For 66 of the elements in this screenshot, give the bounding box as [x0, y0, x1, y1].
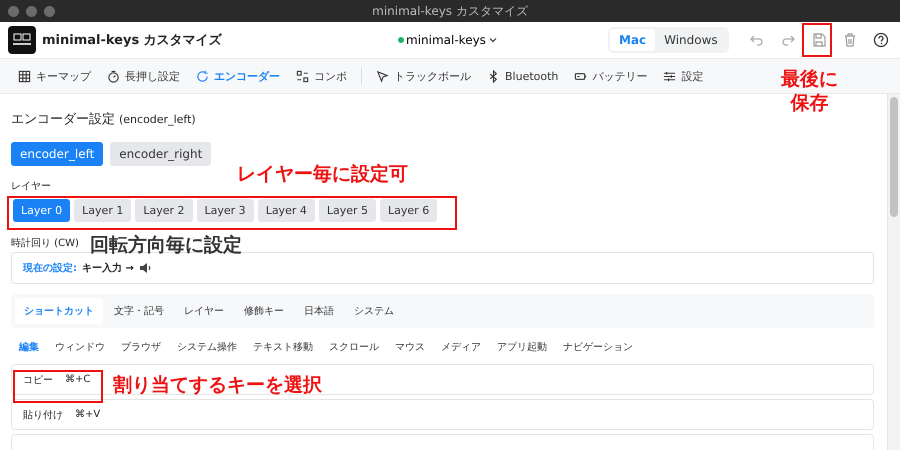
- pointer-icon: [376, 70, 389, 82]
- layer-tab[interactable]: Layer 3: [196, 199, 254, 222]
- zoom-dot[interactable]: [44, 6, 55, 16]
- close-dot[interactable]: [8, 6, 19, 16]
- nav-tab[interactable]: 設定: [655, 64, 712, 88]
- os-option[interactable]: Mac: [610, 29, 656, 51]
- refresh-icon: [196, 70, 209, 82]
- nav-tab[interactable]: 長押し設定: [99, 64, 188, 88]
- bluetooth-icon: [487, 70, 500, 82]
- sliders-icon: [663, 70, 676, 82]
- combo-icon: [296, 70, 309, 82]
- encoder-tab[interactable]: encoder_left: [11, 142, 104, 166]
- os-option[interactable]: Windows: [655, 29, 727, 51]
- category-tab[interactable]: ショートカット: [15, 298, 103, 324]
- annotation-text: 割り当てするキーを選択: [113, 374, 322, 398]
- timer-icon: [107, 70, 120, 82]
- highlight-box: [802, 23, 832, 57]
- direction-label: 時計回り (CW): [11, 236, 79, 250]
- minimize-dot[interactable]: [26, 6, 37, 16]
- nav-tab[interactable]: エンコーダー: [188, 64, 288, 88]
- key-option[interactable]: 貼り付け ⌘+V: [11, 399, 874, 430]
- subcategory-tab[interactable]: ブラウザ: [113, 334, 169, 360]
- section-title: エンコーダー設定: [11, 111, 115, 128]
- subcategory-tab[interactable]: スクロール: [321, 334, 387, 360]
- subcategory-tab[interactable]: メディア: [433, 334, 489, 360]
- subcategory-tab[interactable]: ナビゲーション: [555, 334, 641, 360]
- subcategory-tab[interactable]: テキスト移動: [245, 334, 321, 360]
- category-tab[interactable]: システム: [345, 298, 403, 324]
- layer-tab[interactable]: Layer 4: [258, 199, 315, 222]
- layer-tab[interactable]: Layer 2: [135, 199, 193, 222]
- subcategory-tab[interactable]: アプリ起動: [489, 334, 555, 360]
- section-subtitle: (encoder_left): [119, 113, 196, 126]
- help-icon[interactable]: [872, 32, 889, 48]
- category-tab[interactable]: レイヤー: [175, 298, 233, 324]
- category-tab[interactable]: 文字・記号: [105, 298, 173, 324]
- current-setting-label: 現在の設定:: [23, 261, 77, 275]
- scrollbar[interactable]: [887, 94, 900, 450]
- app-title: minimal-keys カスタマイズ: [42, 32, 222, 49]
- save-icon[interactable]: [810, 32, 827, 48]
- nav-tab[interactable]: トラックボール: [368, 64, 479, 88]
- layer-label: レイヤー: [11, 180, 52, 193]
- device-selector[interactable]: minimal-keys: [398, 33, 498, 47]
- category-tab[interactable]: 日本語: [295, 298, 343, 324]
- grid-icon: [18, 70, 31, 82]
- encoder-tab[interactable]: encoder_right: [110, 142, 212, 166]
- speaker-icon: [138, 261, 153, 275]
- logo-icon: [8, 26, 36, 54]
- layer-tab[interactable]: Layer 5: [318, 199, 376, 222]
- chevron-icon: [488, 35, 498, 45]
- subcategory-tab[interactable]: ウィンドウ: [47, 334, 113, 360]
- annotation-text: レイヤー毎に設定可: [237, 163, 408, 187]
- layer-tab[interactable]: Layer 6: [380, 199, 438, 222]
- window-title: minimal-keys カスタマイズ: [372, 2, 528, 20]
- nav-tab[interactable]: バッテリー: [566, 64, 656, 88]
- annotation-text: 回転方向毎に設定: [90, 234, 242, 258]
- subcategory-tab[interactable]: システム操作: [169, 334, 245, 360]
- layer-tab[interactable]: Layer 0: [13, 199, 70, 222]
- nav-tab[interactable]: キーマップ: [10, 64, 99, 88]
- subcategory-tab[interactable]: 編集: [11, 334, 47, 360]
- annotation-text: 最後に保存: [780, 68, 839, 116]
- category-tab[interactable]: 修飾キー: [235, 298, 293, 324]
- layer-tab[interactable]: Layer 1: [74, 199, 132, 222]
- current-setting-value: キー入力 →: [82, 262, 134, 275]
- nav-tab[interactable]: コンボ: [288, 64, 355, 88]
- subcategory-tab[interactable]: マウス: [387, 334, 433, 360]
- nav-tab[interactable]: Bluetooth: [479, 66, 566, 86]
